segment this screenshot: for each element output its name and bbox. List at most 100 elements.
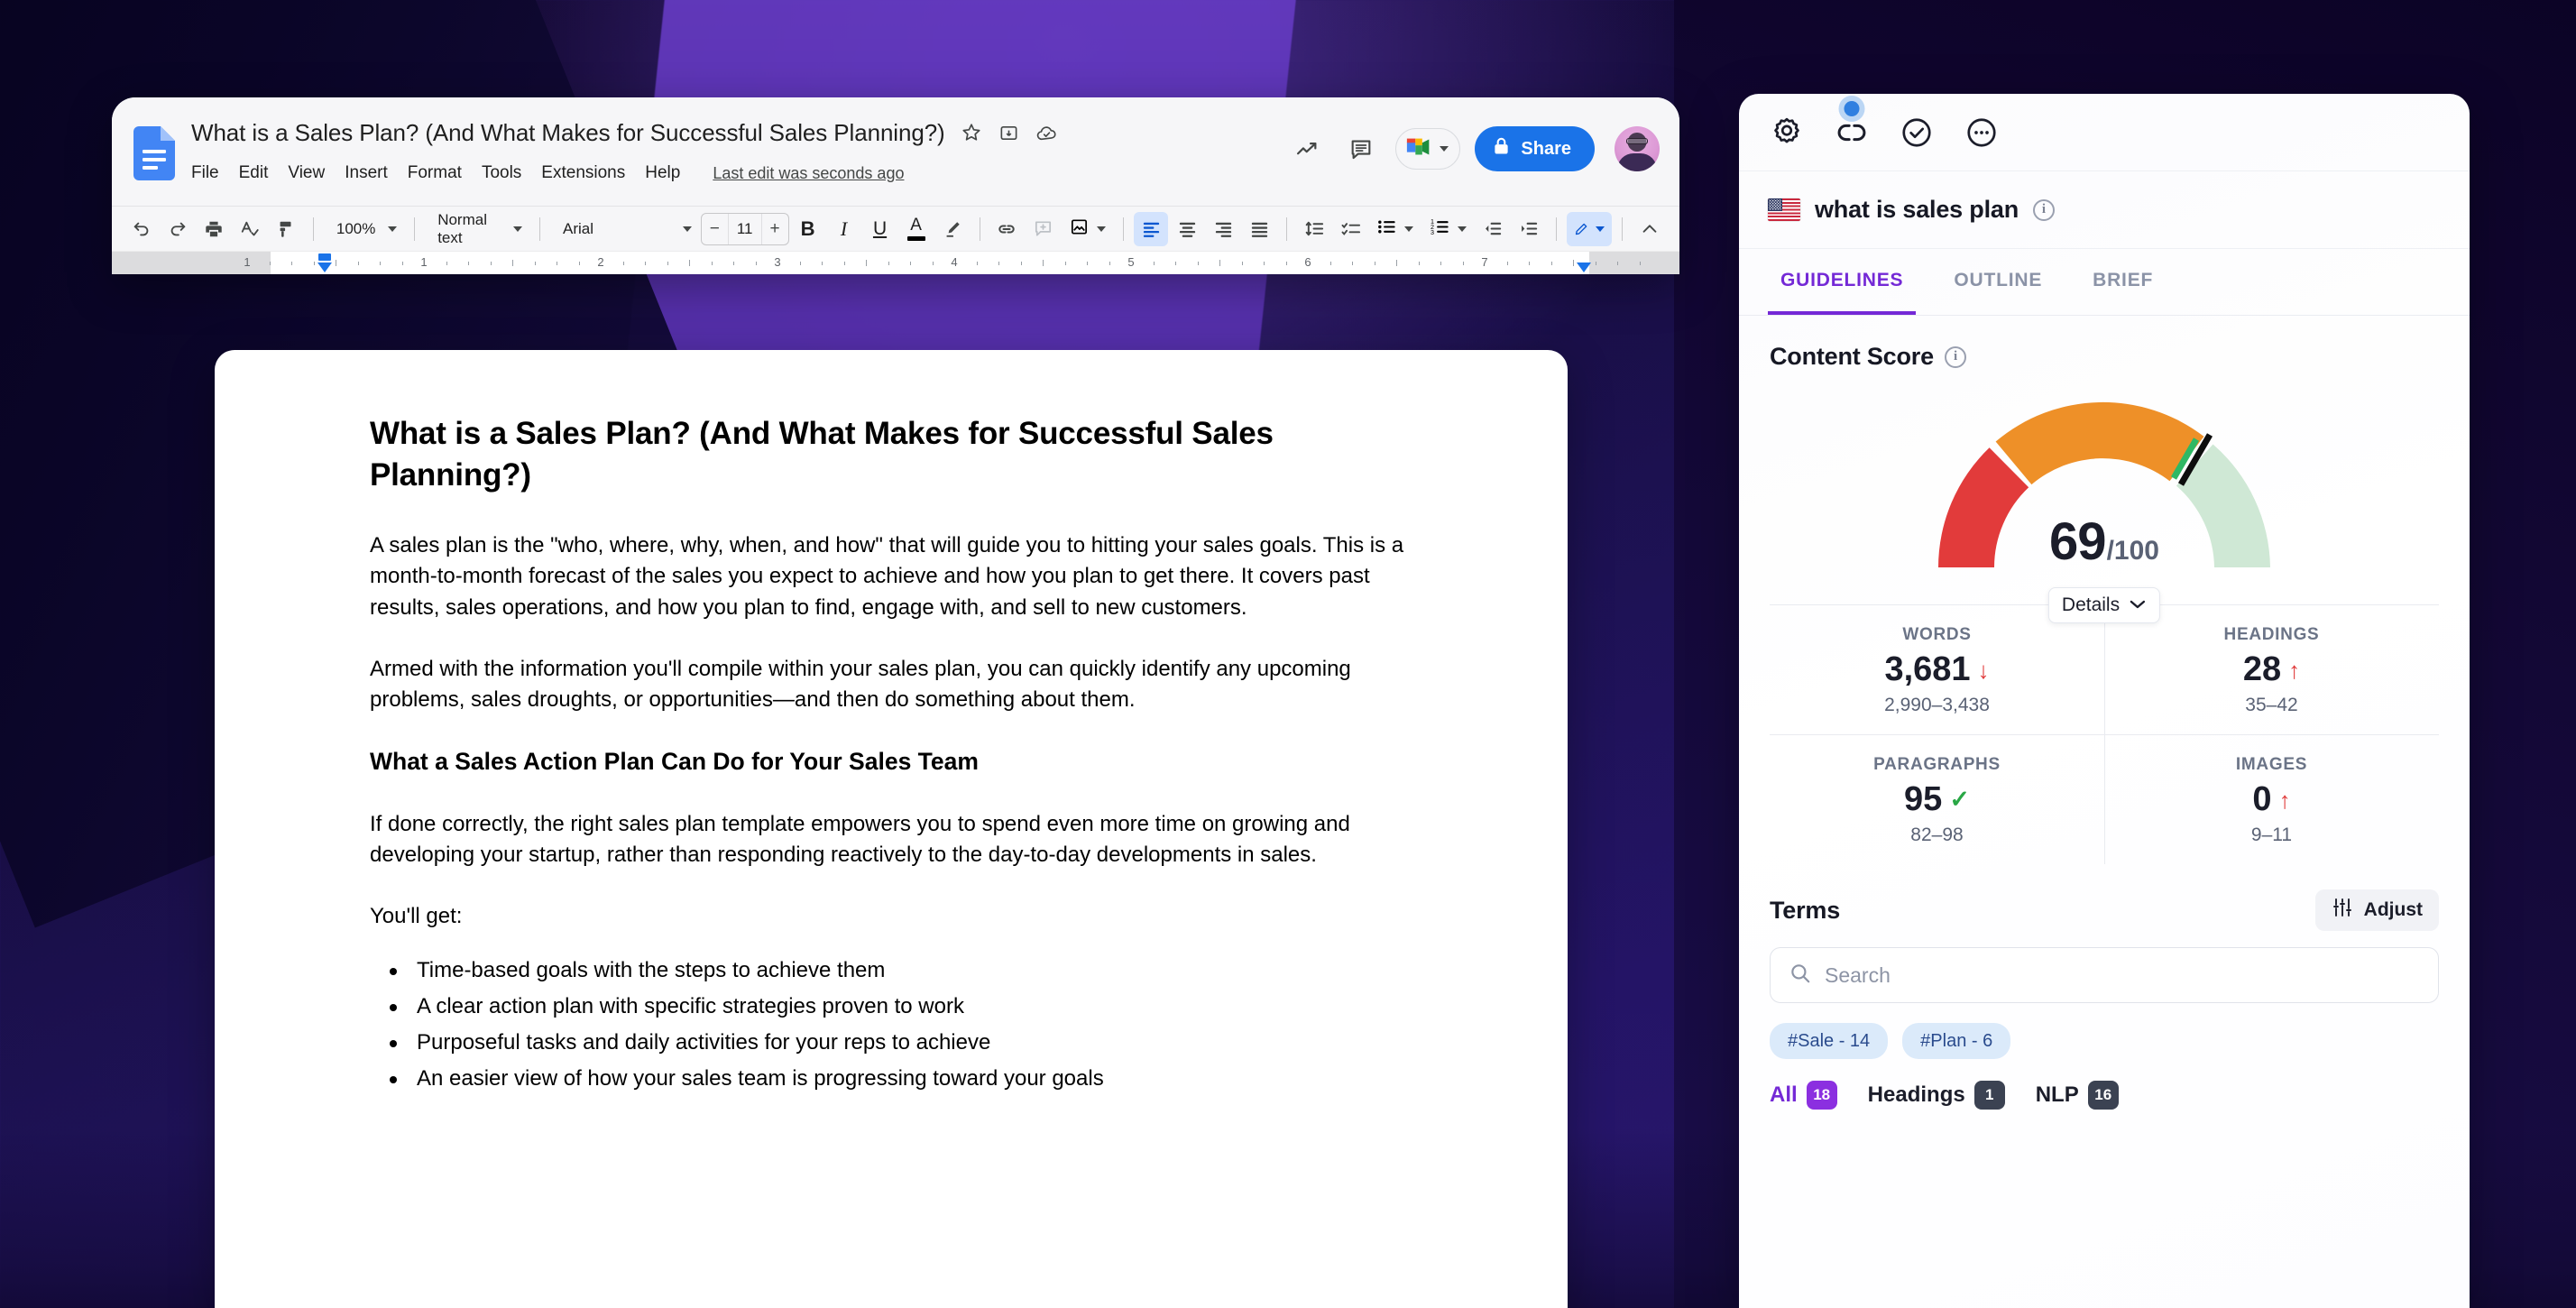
font-size-value[interactable]: 11 <box>727 213 762 244</box>
document-page[interactable]: What is a Sales Plan? (And What Makes fo… <box>215 350 1568 1308</box>
last-edit-status[interactable]: Last edit was seconds ago <box>713 164 904 183</box>
spellcheck-icon[interactable] <box>233 212 267 246</box>
term-chip[interactable]: #Plan - 6 <box>1902 1023 2011 1059</box>
info-icon[interactable]: i <box>2033 198 2055 221</box>
menu-help[interactable]: Help <box>645 163 680 183</box>
ruler-tick <box>357 262 359 265</box>
ruler-tick <box>490 262 492 265</box>
italic-button[interactable]: I <box>827 212 861 246</box>
cloud-saved-icon[interactable] <box>1035 121 1059 144</box>
filter-count-badge: 1 <box>1973 1081 2005 1110</box>
font-family-select[interactable]: Arial <box>550 213 699 245</box>
ruler-tick <box>755 262 757 265</box>
paragraph-style-select[interactable]: Normal text <box>425 211 529 246</box>
increase-indent-icon[interactable] <box>1512 212 1546 246</box>
align-right-button[interactable] <box>1206 212 1240 246</box>
bold-button[interactable]: B <box>791 212 825 246</box>
avatar[interactable] <box>1615 126 1660 171</box>
content-score-gauge: 69 /100 <box>1739 387 2470 581</box>
left-indent-marker[interactable] <box>317 263 332 272</box>
docs-ruler[interactable]: 1 1 2 3 4 5 6 7 <box>112 251 1679 274</box>
ruler-tick <box>1617 262 1618 265</box>
undo-icon[interactable] <box>124 212 159 246</box>
share-button[interactable]: Share <box>1475 126 1595 171</box>
menu-file[interactable]: File <box>191 163 219 183</box>
more-horizontal-icon[interactable] <box>1963 114 2001 152</box>
filter-headings[interactable]: Headings 1 <box>1868 1081 2005 1110</box>
filter-nlp[interactable]: NLP 16 <box>2036 1081 2119 1110</box>
right-indent-marker[interactable] <box>1577 263 1591 272</box>
font-size-decrease-button[interactable]: − <box>702 214 728 244</box>
filter-all[interactable]: All 18 <box>1770 1081 1837 1110</box>
document-title[interactable]: What is a Sales Plan? (And What Makes fo… <box>191 119 945 147</box>
line-spacing-icon[interactable] <box>1297 212 1331 246</box>
numbered-list-button[interactable]: 123 <box>1422 213 1474 245</box>
info-icon[interactable]: i <box>1944 345 1966 368</box>
terms-filter-row: All 18 Headings 1 NLP 16 <box>1739 1059 2470 1110</box>
document-paragraph-4: You'll get: <box>370 903 463 928</box>
checklist-icon[interactable] <box>1333 212 1367 246</box>
zoom-select[interactable]: 100% <box>324 213 404 245</box>
document-paragraph-3: If done correctly, the right sales plan … <box>370 811 1350 867</box>
tab-guidelines[interactable]: GUIDELINES <box>1768 249 1917 315</box>
ruler-tick <box>1197 262 1199 265</box>
bulleted-list-button[interactable] <box>1369 213 1421 245</box>
ruler-tick <box>291 262 292 265</box>
align-center-button[interactable] <box>1170 212 1204 246</box>
menu-insert[interactable]: Insert <box>345 163 388 183</box>
decrease-indent-icon[interactable] <box>1476 212 1510 246</box>
search-input[interactable] <box>1825 963 2420 988</box>
activity-trend-icon[interactable] <box>1287 129 1327 169</box>
ruler-tick <box>667 262 668 265</box>
editing-mode-button[interactable] <box>1566 211 1613 246</box>
text-color-button[interactable]: A <box>899 212 934 246</box>
google-docs-window: What is a Sales Plan? (And What Makes fo… <box>112 97 1679 274</box>
menu-format[interactable]: Format <box>408 163 462 183</box>
ruler-tick <box>1573 260 1574 266</box>
insert-link-icon[interactable] <box>989 212 1024 246</box>
filter-label: NLP <box>2035 1082 2079 1107</box>
adjust-button[interactable]: Adjust <box>2314 889 2439 931</box>
underline-button[interactable]: U <box>863 212 897 246</box>
insert-image-button[interactable] <box>1062 213 1113 245</box>
link-icon[interactable] <box>1833 100 1871 152</box>
align-left-button[interactable] <box>1134 211 1169 246</box>
ruler-tick <box>1087 262 1088 265</box>
menu-view[interactable]: View <box>288 163 325 183</box>
tab-outline[interactable]: OUTLINE <box>1941 249 2055 315</box>
term-chip[interactable]: #Sale - 14 <box>1770 1023 1889 1059</box>
menu-extensions[interactable]: Extensions <box>541 163 625 183</box>
ruler-tick <box>578 262 580 265</box>
star-icon[interactable] <box>960 121 983 144</box>
ruler-tick <box>380 262 381 265</box>
print-icon[interactable] <box>197 212 231 246</box>
list-item: An easier view of how your sales team is… <box>370 1064 1412 1094</box>
list-item: Time-based goals with the steps to achie… <box>370 955 1412 986</box>
gear-icon[interactable] <box>1768 114 1806 152</box>
align-justify-button[interactable] <box>1242 212 1276 246</box>
first-line-indent-marker[interactable] <box>318 253 331 261</box>
menu-tools[interactable]: Tools <box>482 163 521 183</box>
redo-icon[interactable] <box>161 212 195 246</box>
google-meet-button[interactable] <box>1395 128 1461 170</box>
add-comment-icon[interactable] <box>1026 212 1060 246</box>
chevron-down-icon <box>1596 226 1605 232</box>
docs-title-block: What is a Sales Plan? (And What Makes fo… <box>191 112 1287 191</box>
menu-edit[interactable]: Edit <box>239 163 269 183</box>
ruler-tick <box>534 262 536 265</box>
ruler-tick <box>1285 262 1287 265</box>
details-dropdown[interactable]: Details <box>2047 587 2161 623</box>
paint-format-icon[interactable] <box>269 212 303 246</box>
docs-title-bar: What is a Sales Plan? (And What Makes fo… <box>112 97 1679 206</box>
ruler-tick <box>1175 262 1176 265</box>
terms-search-box[interactable] <box>1770 947 2439 1003</box>
tab-brief[interactable]: BRIEF <box>2080 249 2166 315</box>
font-size-stepper[interactable]: − 11 + <box>700 212 789 245</box>
comment-icon[interactable] <box>1341 129 1381 169</box>
collapse-toolbar-icon[interactable] <box>1633 212 1667 246</box>
ruler-tick <box>1064 262 1066 265</box>
check-circle-icon[interactable] <box>1898 114 1936 152</box>
move-to-folder-icon[interactable] <box>998 121 1021 144</box>
highlight-icon[interactable] <box>935 212 970 246</box>
font-size-increase-button[interactable]: + <box>762 214 788 244</box>
